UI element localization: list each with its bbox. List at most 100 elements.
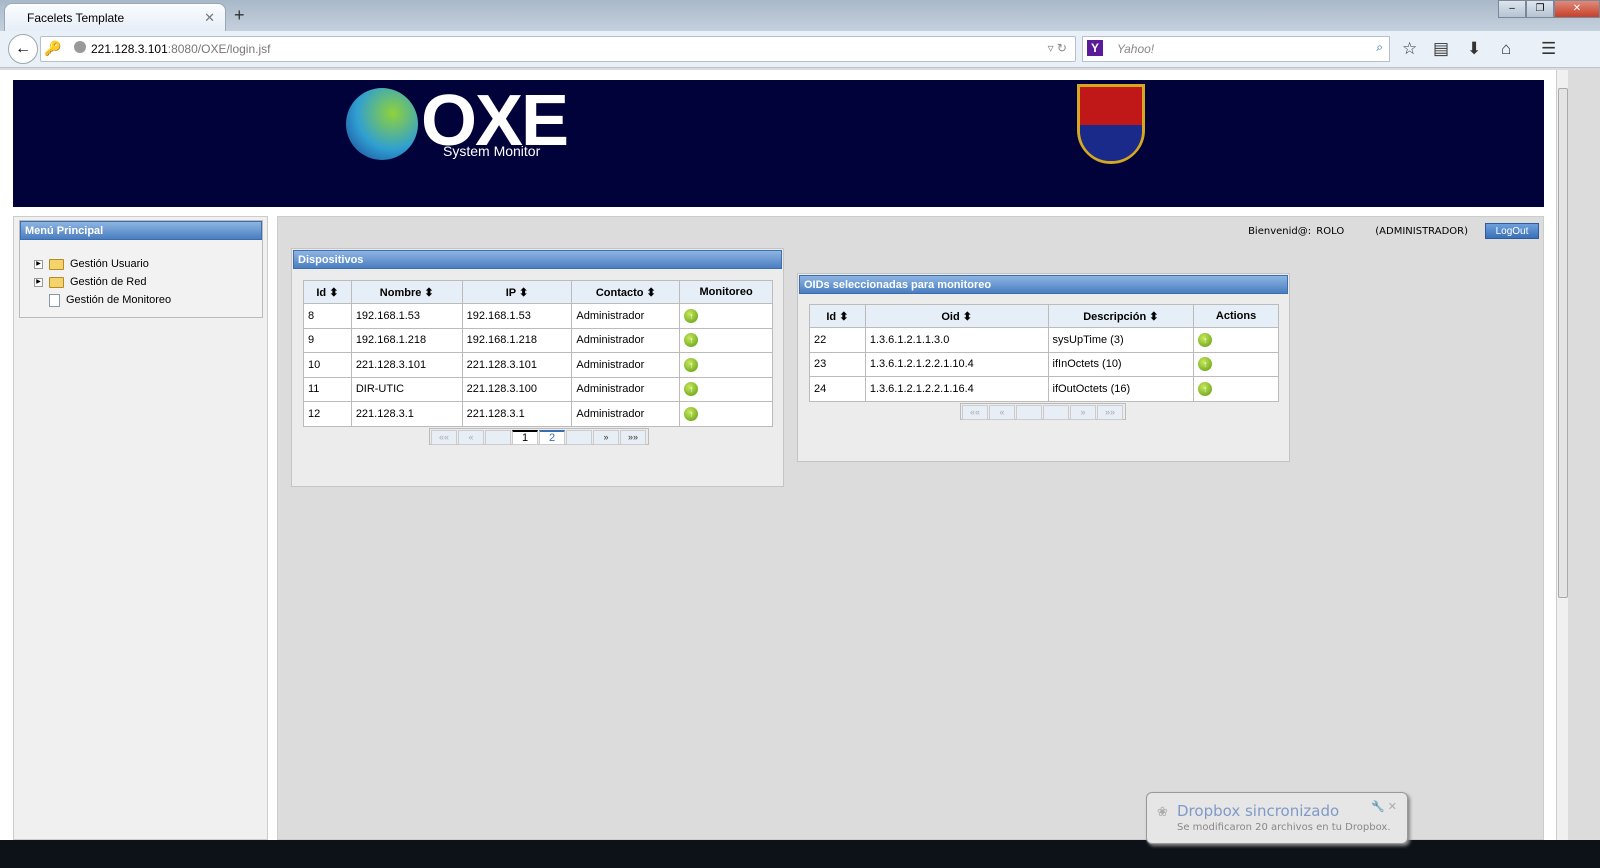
search-icon[interactable]: ⌕ [1376,40,1383,55]
table-row: 22 1.3.6.1.2.1.1.3.0 sysUpTime (3) ↑ [809,327,1279,353]
close-window-button[interactable]: ✕ [1554,0,1600,18]
tab-bar: Facelets Template ✕ + – ❐ ✕ [0,0,1600,31]
page-1-button[interactable]: 1 [512,430,538,445]
dropbox-notification[interactable]: ❀ 🔧 ✕ Dropbox sincronizado Se modificaro… [1146,792,1408,844]
table-row: 24 1.3.6.1.2.1.2.2.1.16.4 ifOutOctets (16)… [809,376,1279,402]
logout-button[interactable]: LogOut [1485,223,1539,239]
monitor-up-icon[interactable]: ↑ [1198,381,1213,396]
search-input[interactable]: Y Yahoo! ⌕ [1082,36,1390,62]
cell-ip: 192.168.1.218 [461,327,573,353]
cell-id: 10 [303,352,352,378]
monitor-up-icon[interactable]: ↑ [1198,332,1213,347]
download-icon[interactable]: ⬇ [1467,39,1481,59]
cell-contacto: Administrador [571,401,681,427]
expand-icon[interactable]: ▶ [34,277,43,287]
menu-icon[interactable]: ☰ [1541,39,1556,59]
cell-oid: 1.3.6.1.2.1.2.2.1.16.4 [864,376,1049,402]
table-row: 8 192.168.1.53 192.168.1.53 Administrador ↑ [303,303,773,329]
prev-page-button[interactable]: « [989,405,1015,420]
cell-ip: 221.128.3.100 [461,376,573,402]
cell-descripcion: sysUpTime (3) [1047,327,1195,353]
monitor-up-icon[interactable]: ↑ [684,406,699,421]
url-host: 221.128.3.101 [91,42,168,56]
user-role: (ADMINISTRADOR) [1375,226,1468,237]
table-row: 23 1.3.6.1.2.1.2.2.1.10.4 ifInOctets (10) ↑ [809,351,1279,377]
key-icon[interactable]: 🔑 [44,40,61,57]
table-row: 12 221.128.3.1 221.128.3.1 Administrador ↑ [303,401,773,427]
last-page-button[interactable]: »» [620,430,646,445]
pager-spacer [1043,405,1069,420]
navigation-bar: ← 221.128.3.101:8080/OXE/login.jsf ▿ ↻ 🔑… [0,31,1600,68]
monitor-up-icon[interactable]: ↑ [684,357,699,372]
new-tab-button[interactable]: + [234,5,245,26]
column-header-nombre[interactable]: Nombre ⬍ [350,280,463,304]
cell-id: 22 [809,327,866,353]
cell-contacto: Administrador [571,352,681,378]
last-page-button[interactable]: »» [1097,405,1123,420]
scrollbar[interactable] [1556,70,1568,840]
devices-title: Dispositivos [293,250,782,269]
table-row: 10 221.128.3.101 221.128.3.101 Administrado… [303,352,773,378]
dropbox-icon: ❀ [1157,804,1168,819]
taskbar [0,840,1600,868]
address-bar[interactable]: 221.128.3.101:8080/OXE/login.jsf ▿ ↻ [40,36,1076,62]
first-page-button[interactable]: «« [431,430,457,445]
cell-id: 24 [809,376,866,402]
sidebar: Menú Principal ▶ Gestión Usuario ▶ Gestión… [13,216,268,840]
action-cell: ↑ [679,401,773,427]
monitor-up-icon[interactable]: ↑ [684,333,699,348]
cell-contacto: Administrador [571,376,681,402]
cell-id: 9 [303,327,352,353]
column-header-id[interactable]: Id ⬍ [303,280,352,304]
cell-id: 11 [303,376,352,402]
oids-table: Id ⬍ Oid ⬍ Descripción ⬍ Actions 22 1.3.6… [809,304,1279,402]
column-header-actions: Actions [1193,304,1279,328]
first-page-button[interactable]: «« [962,405,988,420]
bookmark-star-icon[interactable]: ☆ [1402,39,1417,59]
home-icon[interactable]: ⌂ [1501,39,1511,59]
expand-icon[interactable]: ▶ [34,259,43,269]
yahoo-icon[interactable]: Y [1087,40,1103,56]
prev-page-button[interactable]: « [458,430,484,445]
column-header-id[interactable]: Id ⬍ [809,304,866,328]
action-cell: ↑ [679,327,773,353]
maximize-button[interactable]: ❐ [1526,0,1554,18]
column-header-ip[interactable]: IP ⬍ [461,280,573,304]
bookmarks-icon[interactable]: ▤ [1433,39,1449,59]
main-menu: Menú Principal ▶ Gestión Usuario ▶ Gestión… [19,220,263,318]
oids-panel: OIDs seleccionadas para monitoreo Id ⬍ O… [797,273,1290,462]
monitor-up-icon[interactable]: ↑ [684,382,699,397]
monitor-up-icon[interactable]: ↑ [1198,357,1213,372]
tab-facelets[interactable]: Facelets Template ✕ [4,3,226,31]
notification-close-icon[interactable]: 🔧 ✕ [1371,800,1397,813]
pager-spacer [566,430,592,445]
column-header-descripcion[interactable]: Descripción ⬍ [1047,304,1195,328]
scrollbar-thumb[interactable] [1558,88,1568,598]
url-path: :8080/OXE/login.jsf [167,42,271,56]
close-tab-icon[interactable]: ✕ [204,10,215,26]
sidebar-item-label: Gestión Usuario [70,258,149,270]
page-2-button[interactable]: 2 [539,430,565,445]
cell-ip: 221.128.3.101 [461,352,573,378]
column-header-oid[interactable]: Oid ⬍ [864,304,1049,328]
sidebar-item-gestion-usuario[interactable]: ▶ Gestión Usuario [34,256,149,272]
devices-panel: Dispositivos Id ⬍ Nombre ⬍ IP ⬍ Contacto… [291,248,784,487]
cell-id: 23 [809,351,866,377]
minimize-button[interactable]: – [1498,0,1526,18]
cell-descripcion: ifOutOctets (16) [1047,376,1195,402]
welcome-text: Bienvenid@: ROLO (ADMINISTRADOR) [1248,226,1468,237]
next-page-button[interactable]: » [593,430,619,445]
devices-paginator: «« « 1 2 » »» [429,428,649,445]
cell-ip: 221.128.3.1 [461,401,573,427]
sidebar-item-gestion-monitoreo[interactable]: Gestión de Monitoreo [34,292,171,308]
reload-icon[interactable]: ▿ ↻ [1048,41,1067,55]
cell-nombre: DIR-UTIC [350,376,463,402]
search-placeholder: Yahoo! [1117,42,1155,56]
devices-table: Id ⬍ Nombre ⬍ IP ⬍ Contacto ⬍ Monitoreo … [303,280,773,427]
back-button[interactable]: ← [8,34,38,64]
welcome-label: Bienvenid@: [1248,226,1312,237]
column-header-contacto[interactable]: Contacto ⬍ [571,280,681,304]
sidebar-item-gestion-red[interactable]: ▶ Gestión de Red [34,274,146,290]
monitor-up-icon[interactable]: ↑ [684,308,699,323]
next-page-button[interactable]: » [1070,405,1096,420]
